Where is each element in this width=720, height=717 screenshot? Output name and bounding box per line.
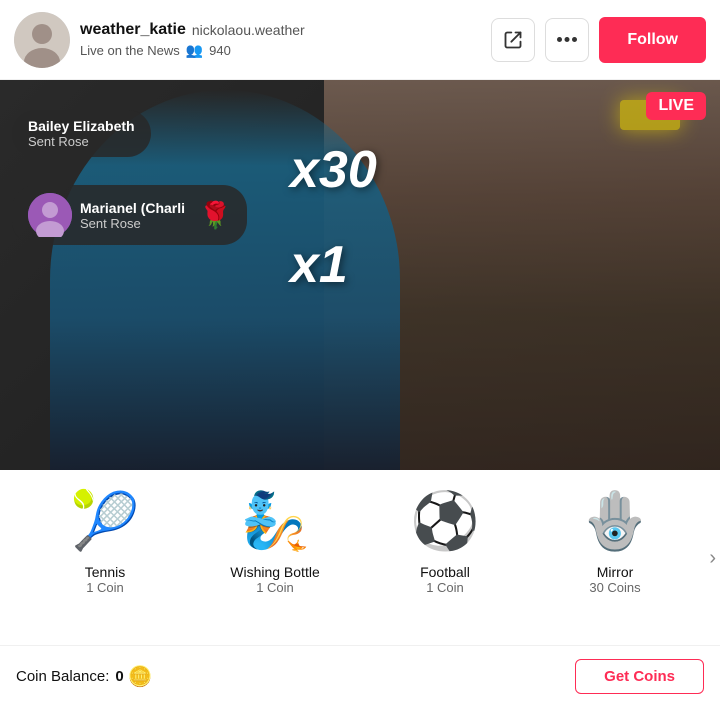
mirror-cost: 30 Coins — [589, 580, 640, 595]
gifts-row: 🎾 Tennis 1 Coin 🧞 Wishing Bottle 1 Coin … — [0, 486, 720, 635]
notification-2: Marianel (Charli Sent Rose 🌹 — [12, 185, 247, 245]
avatar — [14, 12, 70, 68]
follow-button[interactable]: Follow — [599, 17, 706, 63]
live-badge: LIVE — [646, 92, 706, 120]
rose-emoji: 🌹 — [199, 200, 231, 231]
notif-2-name: Marianel (Charli — [80, 200, 185, 216]
wishing-bottle-name: Wishing Bottle — [230, 564, 319, 580]
get-coins-button[interactable]: Get Coins — [575, 659, 704, 694]
multiplier-30: x30 — [290, 140, 377, 200]
gift-mirror[interactable]: 🪬 Mirror 30 Coins — [550, 486, 680, 595]
multiplier-1: x1 — [290, 235, 348, 295]
gifts-section: 🎾 Tennis 1 Coin 🧞 Wishing Bottle 1 Coin … — [0, 470, 720, 645]
tennis-icon: 🎾 — [70, 486, 140, 556]
notif-2-action: Sent Rose — [80, 216, 185, 231]
footer: Coin Balance: 0 🪙 Get Coins — [0, 645, 720, 707]
football-cost: 1 Coin — [426, 580, 464, 595]
display-name: nickolaou.weather — [192, 22, 305, 38]
football-name: Football — [420, 564, 470, 580]
chevron-right-icon[interactable]: › — [709, 547, 716, 570]
coin-balance-label: Coin Balance: — [16, 668, 109, 685]
notif-1-text: Bailey Elizabeth Sent Rose — [28, 118, 135, 149]
more-button[interactable] — [545, 18, 589, 62]
header: weather_katie nickolaou.weather Live on … — [0, 0, 720, 80]
viewer-count: 940 — [209, 43, 231, 58]
notif-1-name: Bailey Elizabeth — [28, 118, 135, 134]
live-status: Live on the News — [80, 43, 180, 58]
notif-2-avatar — [28, 193, 72, 237]
gift-tennis[interactable]: 🎾 Tennis 1 Coin — [40, 486, 170, 595]
gift-wishing-bottle[interactable]: 🧞 Wishing Bottle 1 Coin — [210, 486, 340, 595]
gift-football[interactable]: ⚽ Football 1 Coin — [380, 486, 510, 595]
notif-2-text: Marianel (Charli Sent Rose — [80, 200, 185, 231]
coin-icon: 🪙 — [128, 664, 153, 689]
mirror-name: Mirror — [597, 564, 634, 580]
mirror-icon: 🪬 — [580, 486, 650, 556]
football-icon: ⚽ — [410, 486, 480, 556]
tennis-cost: 1 Coin — [86, 580, 124, 595]
username: weather_katie — [80, 21, 186, 39]
header-actions: Follow — [491, 17, 706, 63]
video-container: Bailey Elizabeth Sent Rose Marianel (Cha… — [0, 80, 720, 470]
tennis-name: Tennis — [85, 564, 125, 580]
people-icon: 👥 — [186, 42, 203, 59]
notification-1: Bailey Elizabeth Sent Rose — [12, 110, 151, 157]
coin-balance-value: 0 — [115, 668, 123, 685]
notif-1-action: Sent Rose — [28, 134, 135, 149]
header-info: weather_katie nickolaou.weather Live on … — [80, 21, 491, 59]
wishing-bottle-cost: 1 Coin — [256, 580, 294, 595]
wishing-bottle-icon: 🧞 — [240, 486, 310, 556]
share-button[interactable] — [491, 18, 535, 62]
